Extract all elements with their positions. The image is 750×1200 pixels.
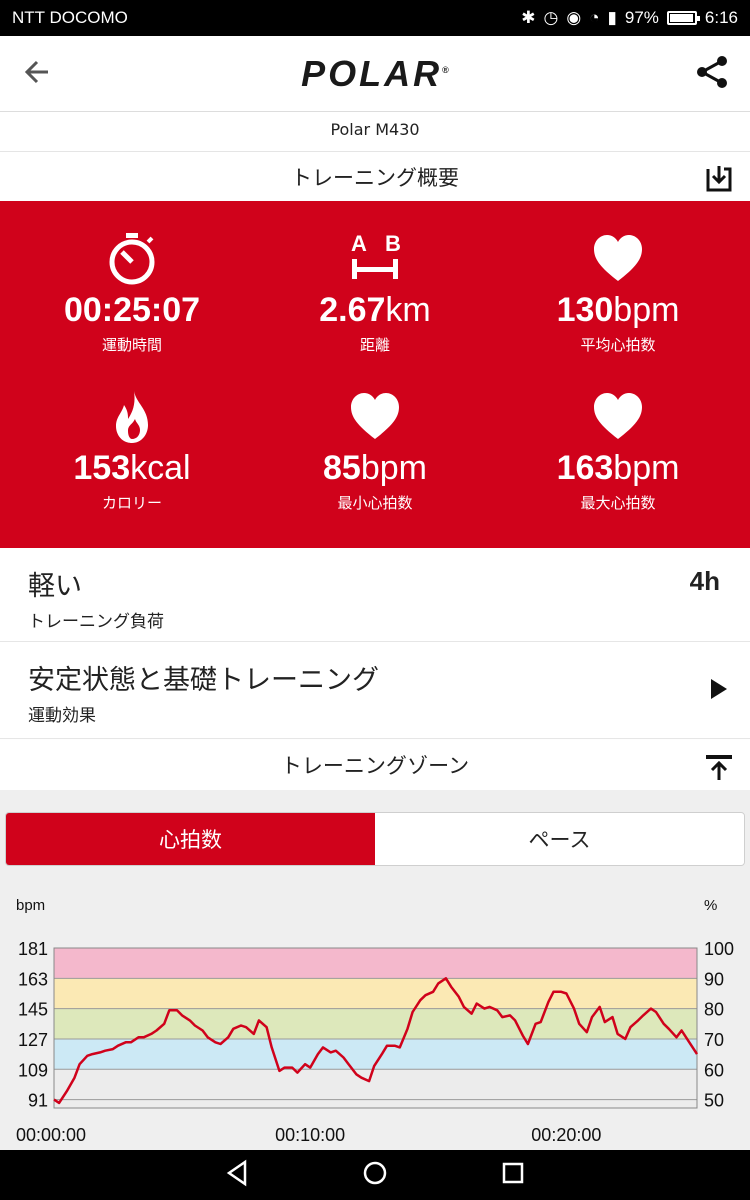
zone-band-4 [54, 1069, 697, 1108]
status-bar: NTT DOCOMO ✱ ◷ ◉ ◔ ▮ 97% 6:16 [0, 0, 750, 36]
brand-mark: ® [442, 64, 449, 75]
summary-header: トレーニング概要 [0, 153, 750, 201]
stopwatch-icon [109, 233, 155, 285]
y-tick-left: 163 [18, 969, 48, 989]
battery-icon [666, 11, 700, 25]
app-bar: POLAR® [0, 36, 750, 112]
polar-logo: POLAR® [301, 53, 449, 95]
x-tick-label: 00:20:00 [531, 1125, 601, 1145]
min-hr-label: 最小心拍数 [337, 494, 413, 512]
calories-unit: kcal [130, 449, 191, 487]
max-hr-unit: bpm [613, 449, 680, 487]
avg-hr-value: 130 [556, 291, 614, 329]
eye-icon: ◉ [566, 8, 582, 27]
bluetooth-icon: ✱ [521, 8, 536, 27]
stat-calories: 153kcal カロリー [7, 389, 257, 513]
recovery-time: 4h [689, 566, 720, 596]
distance-icon-a: A [351, 231, 367, 256]
wifi-icon: ◔ [589, 8, 600, 27]
tab-pace[interactable]: ペース [375, 813, 744, 865]
avg-hr-label: 平均心拍数 [580, 336, 656, 354]
nav-back-icon[interactable] [223, 1159, 251, 1191]
duration-value: 00:25:07 [63, 291, 201, 329]
zones-header: トレーニングゾーン [0, 740, 750, 790]
y-tick-right: 60 [704, 1060, 724, 1080]
y-tick-right: 50 [704, 1091, 724, 1111]
collapse-icon[interactable] [704, 752, 734, 787]
training-benefit-row[interactable]: 安定状態と基礎トレーニング 運動効果 [0, 642, 750, 739]
distance-value: 2.67 [319, 291, 386, 329]
y-axis-label-right: % [704, 897, 718, 914]
share-icon[interactable] [692, 52, 732, 96]
zones-title: トレーニングゾーン [280, 754, 470, 778]
distance-icon: A B [351, 231, 401, 279]
calories-label: カロリー [101, 494, 162, 512]
distance-unit: km [385, 291, 431, 329]
zone-band-1 [54, 978, 697, 1009]
distance-icon-b: B [385, 231, 401, 256]
battery-level-fill [669, 14, 694, 22]
training-load-value: 軽い [28, 571, 82, 602]
min-hr-value: 85 [323, 449, 361, 487]
y-tick-left: 145 [18, 1000, 48, 1020]
max-hr-label: 最大心拍数 [580, 494, 656, 512]
heart-rate-chart: 181 100 163 90 145 80 127 70 109 60 91 50 00:00:00 00… [16, 939, 734, 1145]
heart-icon [594, 393, 642, 439]
stat-max-hr: 163bpm 最大心拍数 [493, 389, 743, 513]
y-tick-left: 91 [28, 1091, 48, 1111]
battery-percent: 97% [624, 8, 659, 27]
summary-title: トレーニング概要 [291, 166, 459, 190]
stat-avg-hr: 130bpm 平均心拍数 [493, 231, 743, 355]
zone-band-0 [54, 948, 697, 979]
back-icon[interactable] [18, 52, 58, 96]
carrier-label: NTT DOCOMO [12, 8, 128, 27]
max-hr-value: 163 [556, 449, 614, 487]
stat-distance: A B 2.67km 距離 [250, 231, 500, 355]
play-arrow-icon[interactable] [710, 678, 728, 704]
y-tick-left: 181 [18, 939, 48, 959]
heart-icon [594, 235, 642, 281]
nav-home-icon[interactable] [361, 1159, 389, 1191]
y-tick-right: 100 [704, 939, 734, 959]
brand-text: POLAR [301, 52, 443, 94]
status-icons: ✱ ◷ ◉ ◔ ▮ 97% 6:16 [521, 8, 738, 28]
distance-label: 距離 [359, 336, 390, 354]
heart-icon [351, 393, 399, 439]
y-tick-left: 109 [18, 1060, 48, 1080]
min-hr-unit: bpm [360, 449, 427, 487]
stat-min-hr: 85bpm 最小心拍数 [250, 389, 500, 513]
training-load-label: トレーニング負荷 [28, 612, 164, 632]
download-icon[interactable] [704, 163, 734, 198]
y-axis-label-left: bpm [16, 897, 46, 914]
summary-panel: 00:25:07 運動時間 A B 2.67km 距離 130bpm 平均心拍数… [0, 201, 750, 548]
y-tick-right: 70 [704, 1030, 724, 1050]
stat-duration: 00:25:07 運動時間 [7, 231, 257, 355]
y-tick-right: 90 [704, 969, 724, 989]
training-benefit-value: 安定状態と基礎トレーニング [28, 665, 379, 696]
signal-icon: ▮ [607, 8, 617, 27]
training-benefit-label: 運動効果 [28, 706, 96, 726]
y-tick-left: 127 [18, 1030, 48, 1050]
tab-heart-rate[interactable]: 心拍数 [6, 813, 375, 865]
y-tick-right: 80 [704, 1000, 724, 1020]
system-nav-bar [0, 1150, 750, 1200]
duration-label: 運動時間 [101, 336, 162, 354]
alarm-icon: ◷ [543, 8, 559, 27]
training-load-row: 軽い トレーニング負荷 4h [0, 548, 750, 642]
device-name: Polar M430 [0, 112, 750, 152]
flame-icon [116, 391, 148, 443]
clock: 6:16 [704, 8, 738, 27]
zone-tabs: 心拍数 ペース [5, 812, 745, 866]
x-tick-label: 00:10:00 [275, 1125, 345, 1145]
x-tick-label: 00:00:00 [16, 1125, 86, 1145]
calories-value: 153 [73, 449, 131, 487]
avg-hr-unit: bpm [613, 291, 680, 329]
nav-recents-icon[interactable] [499, 1159, 527, 1191]
